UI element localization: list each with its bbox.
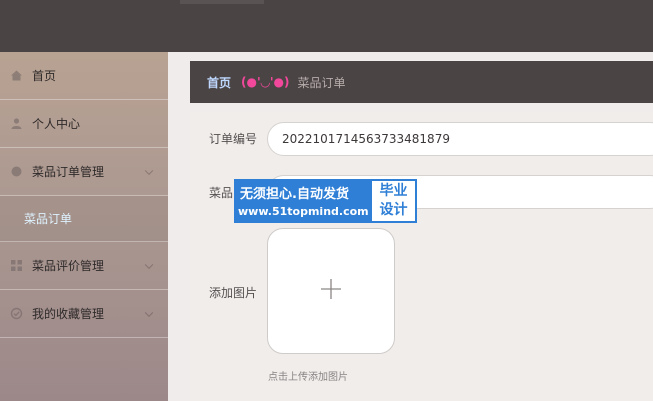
breadcrumb: 首页 (●'◡'●) 菜品订单 [190,61,653,103]
grid-icon [10,259,23,272]
watermark-slogan: 无须担心.自动发货 [240,187,349,202]
sidebar-item-label: 菜品订单管理 [32,165,105,179]
image-upload-button[interactable] [267,228,395,354]
upload-hint-text: 点击上传添加图片 [268,372,348,383]
sidebar-item-favorites-management[interactable]: 我的收藏管理 [0,290,168,338]
watermark-badge-line1: 毕业 [379,183,408,199]
watermark-badge: 毕业 设计 [372,181,415,221]
order-number-label: 订单编号 [209,132,258,146]
add-image-label: 添加图片 [209,286,258,300]
sidebar-item-dish-order-management[interactable]: 菜品订单管理 [0,148,168,196]
order-number-value: 2022101714563733481879 [282,132,450,146]
watermark-badge-line2: 设计 [379,202,408,218]
breadcrumb-current-page: 菜品订单 [297,75,346,90]
chevron-down-icon [144,166,154,175]
breadcrumb-emoticon: (●'◡'●) [241,75,290,89]
sidebar-item-personal-center[interactable]: 个人中心 [0,100,168,148]
sidebar-item-dish-review-management[interactable]: 菜品评价管理 [0,242,168,290]
plus-icon [320,278,342,304]
check-circle-icon [10,307,23,320]
order-number-input[interactable]: 2022101714563733481879 [267,122,653,156]
watermark-text-block: 无须担心.自动发货 www.51topmind.com [234,179,370,223]
chevron-down-icon [144,260,154,269]
sidebar-item-label: 首页 [32,69,57,83]
dish-label: 菜品 [209,186,234,200]
header-logo-remnant [180,0,264,4]
user-icon [10,117,23,130]
watermark-banner: 无须担心.自动发货 www.51topmind.com 毕业 设计 [234,179,417,223]
home-icon [10,69,23,82]
sidebar-subitem-label: 菜品订单 [24,212,73,226]
sidebar-item-label: 个人中心 [32,117,81,131]
sidebar: 首页 个人中心 菜品订单管理 菜品订单 菜品评价管理 我的收藏管理 [0,52,168,401]
breadcrumb-home-link[interactable]: 首页 [207,74,231,91]
sidebar-item-label: 菜品评价管理 [32,259,105,273]
top-header [0,0,653,52]
sidebar-subitem-dish-order[interactable]: 菜品订单 [0,196,168,242]
watermark-url: www.51topmind.com [238,205,369,218]
sidebar-item-label: 我的收藏管理 [32,307,105,321]
chevron-down-icon [144,308,154,317]
circle-icon [10,165,23,178]
sidebar-item-home[interactable]: 首页 [0,52,168,100]
